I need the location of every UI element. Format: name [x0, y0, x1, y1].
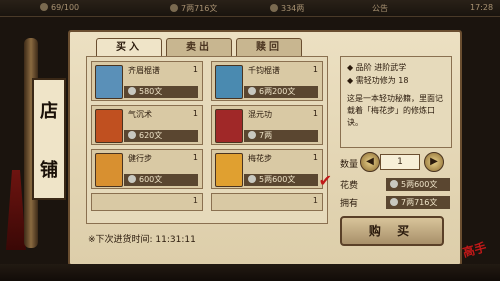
coin-icon [248, 175, 256, 183]
shop-item[interactable]: 气沉术 1 620文 [91, 105, 203, 145]
item-grade: ◆ 品阶 进阶武学 [347, 63, 407, 72]
shop-item-selected[interactable]: 梅花步 1 5两600文 ✔ [211, 149, 332, 190]
item-price: 600文 [124, 174, 198, 186]
item-description-panel: ◆ 品阶 进阶武学 ◆ 需轻功修为 18 这是一本轻功秘籍，里面记载着「梅花步」… [340, 56, 452, 148]
book-icon [95, 153, 123, 187]
status-bar: 69/100 7两716文 334两 公告 17:28 [0, 0, 500, 17]
shop-sign-char: 铺 [40, 159, 58, 181]
shop-item[interactable]: 混元功 1 7两 [211, 105, 323, 145]
shop-item[interactable]: 1 [91, 193, 203, 211]
shop-item[interactable]: 1 [211, 193, 323, 211]
announcement-link[interactable]: 公告 [372, 3, 388, 14]
item-description: 这是一本轻功秘籍，里面记载着「梅花步」的修炼口诀。 [347, 94, 443, 127]
owned-value: 7两716文 [386, 196, 450, 209]
item-price: 7两 [244, 130, 318, 142]
shop-sign: 店 铺 [32, 78, 66, 200]
coin-icon [248, 87, 256, 95]
buy-button[interactable]: 购 买 [340, 216, 444, 246]
cost-label: 花费 [340, 181, 359, 191]
book-icon [95, 65, 123, 99]
tab-buy[interactable]: 买入 [96, 38, 162, 57]
coin-icon [390, 198, 398, 206]
item-price: 620文 [124, 130, 198, 142]
owned-label: 拥有 [340, 199, 359, 209]
bottom-bar [0, 264, 500, 281]
shop-sign-char: 店 [40, 100, 58, 122]
item-price: 5两600文 [244, 174, 318, 186]
shop-item[interactable]: 齐眉棍谱 1 580文 [91, 61, 203, 101]
coin-icon [128, 131, 136, 139]
energy-display: 69/100 [40, 3, 79, 12]
shop-tabs: 买入 卖出 赎回 [96, 38, 302, 57]
increase-quantity-button[interactable]: ▶ [424, 152, 444, 172]
points-icon [270, 4, 278, 12]
item-requirement: ◆ 需轻功修为 18 [347, 76, 409, 85]
cost-value: 5两600文 [386, 178, 450, 191]
checkmark-icon: ✔ [318, 171, 332, 190]
money-icon [170, 4, 178, 12]
energy-icon [40, 3, 48, 11]
coin-icon [248, 131, 256, 139]
quantity-label: 数量 [340, 160, 359, 170]
item-price: 580文 [124, 86, 198, 98]
book-icon [215, 109, 243, 143]
restock-timer: ※下次进货时间: 11:31:11 [88, 235, 196, 245]
shop-item[interactable]: 健行步 1 600文 [91, 149, 203, 189]
book-icon [215, 65, 243, 99]
decrease-quantity-button[interactable]: ◀ [360, 152, 380, 172]
book-icon [95, 109, 123, 143]
tab-sell[interactable]: 卖出 [166, 38, 232, 57]
shop-item[interactable]: 千钧棍谱 1 6两200文 [211, 61, 323, 101]
tab-redeem[interactable]: 赎回 [236, 38, 302, 57]
money-display: 7两716文 [170, 3, 217, 14]
coin-icon [390, 180, 398, 188]
points-display: 334两 [270, 3, 304, 14]
tassel-decoration [6, 170, 26, 250]
coin-icon [128, 175, 136, 183]
item-grid: 齐眉棍谱 1 580文 千钧棍谱 1 6两200文 气沉术 1 620文 混元功… [86, 56, 332, 224]
item-price: 6两200文 [244, 86, 318, 98]
coin-icon [128, 87, 136, 95]
quantity-field[interactable]: 1 [380, 154, 420, 170]
clock: 17:28 [470, 3, 494, 12]
book-icon [215, 153, 243, 187]
